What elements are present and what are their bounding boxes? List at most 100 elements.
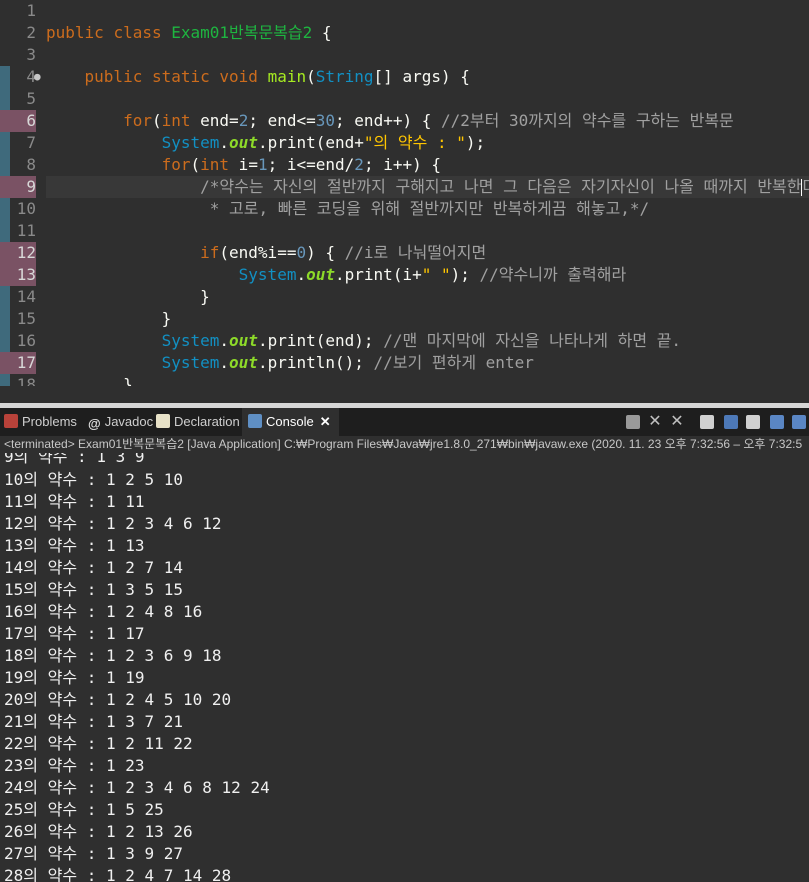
method-call: println	[267, 353, 336, 372]
code-line: * 고로, 빠른 코딩을 위해 절반까지만 반복하게끔 해놓고,*/	[46, 198, 809, 220]
code-line: System.out.println(); //보기 편하게 enter	[161, 353, 534, 372]
type-name: System	[161, 331, 220, 350]
remove-all-icon[interactable]: ✕	[670, 414, 684, 430]
type-name: System	[161, 353, 220, 372]
line-number: 11	[16, 221, 36, 240]
comment: /*약수는 자신의 절반까지 구해지고 나면 그 다음은 자기자신이 나올 때까…	[200, 177, 809, 196]
code-token: ; i++) {	[363, 155, 441, 174]
code-line: System.out.print(end); //맨 마지막에 자신을 나타나게…	[161, 331, 682, 350]
line-number: 18	[16, 375, 36, 386]
code-token: );	[450, 265, 480, 284]
code-token: }	[123, 375, 133, 386]
code-token: end=	[190, 111, 239, 130]
line-number: 14	[16, 287, 36, 306]
code-token: (end%i==	[219, 243, 297, 262]
code-line-current: /*약수는 자신의 절반까지 구해지고 나면 그 다음은 자기자신이 나올 때까…	[46, 176, 809, 198]
code-token: );	[465, 133, 486, 152]
keyword: if	[200, 243, 220, 262]
console-output[interactable]: 9의 약수 : 1 3 9 10의 약수 : 1 2 5 10 11의 약수 :…	[0, 453, 809, 882]
number-literal: 30	[315, 111, 336, 130]
console-line: 10의 약수 : 1 2 5 10	[4, 470, 184, 489]
type-name: String	[315, 67, 374, 86]
line-number-gutter: 1 2 3 4 ● 5 6 7 8 9 10 11 12 13 14 15 16…	[0, 0, 44, 386]
line-number: 12	[0, 242, 36, 264]
clear-console-icon[interactable]	[700, 415, 714, 429]
close-icon[interactable]: ✕	[320, 414, 331, 429]
scroll-lock-icon[interactable]	[724, 415, 738, 429]
line-number: 7	[26, 133, 36, 152]
method-call: print	[267, 331, 316, 350]
string-literal: "의 약수 : "	[363, 133, 466, 152]
scroll-left-icon[interactable]: <	[48, 385, 59, 386]
code-token: ) {	[440, 67, 470, 86]
code-token: i=	[229, 155, 258, 174]
code-token: }	[161, 309, 172, 328]
code-token: (end);	[315, 331, 384, 350]
tab-label: Console	[266, 414, 314, 429]
method-name: main	[267, 67, 307, 86]
console-line: 25의 약수 : 1 5 25	[4, 800, 164, 819]
display-console-icon[interactable]	[792, 415, 806, 429]
code-line: if(end%i==0) { //i로 나눠떨어지면	[46, 242, 809, 264]
tab-console[interactable]: Console ✕	[242, 408, 339, 436]
line-number: 9	[0, 176, 36, 198]
static-field: out	[229, 133, 258, 152]
pin-console-icon[interactable]	[770, 415, 784, 429]
tab-problems[interactable]: Problems	[4, 408, 77, 436]
code-token: }	[200, 287, 210, 306]
code-token: ; end<=	[248, 111, 316, 130]
code-line: public static void main(String[] args) {	[46, 66, 809, 88]
comment: * 고로, 빠른 코딩을 위해 절반까지만 반복하게끔 해놓고,*/	[200, 199, 650, 218]
line-number: 5	[26, 89, 36, 108]
console-line: 27의 약수 : 1 3 9 27	[4, 844, 184, 863]
code-text-area[interactable]: public class Exam01반복문복습2 { public stati…	[46, 0, 809, 386]
line-number: 1	[26, 1, 36, 20]
remove-launch-icon[interactable]: ✕	[648, 414, 662, 430]
comment: //i로 나눠떨어지면	[344, 243, 487, 262]
code-editor[interactable]: 1 2 3 4 ● 5 6 7 8 9 10 11 12 13 14 15 16…	[0, 0, 809, 386]
console-line: 20의 약수 : 1 2 4 5 10 20	[4, 690, 232, 709]
terminate-icon[interactable]	[626, 415, 640, 429]
number-literal: 2	[354, 155, 364, 174]
keyword: public	[84, 67, 143, 86]
console-line: 9의 약수 : 1 3 9	[4, 453, 145, 466]
string-literal: " "	[421, 265, 451, 284]
word-wrap-icon[interactable]	[746, 415, 760, 429]
static-field: out	[229, 353, 258, 372]
code-line: }	[46, 308, 809, 330]
code-line: for(int end=2; end<=30; end++) { //2부터 3…	[46, 110, 809, 132]
console-line: 12의 약수 : 1 2 3 4 6 12	[4, 514, 222, 533]
comment: //보기 편하게 enter	[373, 353, 534, 372]
keyword: static	[151, 67, 210, 86]
views-tab-bar: Problems @ Javadoc Declaration Console ✕ ✕…	[0, 408, 809, 436]
console-line: 21의 약수 : 1 3 7 21	[4, 712, 184, 731]
line-number: 10	[16, 199, 36, 218]
parameter: args	[402, 67, 441, 86]
line-number: 8	[26, 155, 36, 174]
code-line: public class Exam01반복문복습2 {	[46, 22, 809, 44]
code-line: for(int i=1; i<=end/2; i++) {	[161, 155, 441, 174]
line-number: 4	[26, 67, 36, 86]
console-line: 14의 약수 : 1 2 7 14	[4, 558, 184, 577]
number-literal: 0	[296, 243, 307, 262]
override-indicator-icon[interactable]: ●	[34, 66, 43, 88]
code-token: ) {	[306, 243, 345, 262]
code-token: ; end++) {	[335, 111, 441, 130]
method-call: print	[344, 265, 393, 284]
code-token: (i+	[392, 265, 422, 284]
keyword: for	[161, 155, 191, 174]
line-number: 2	[26, 23, 36, 42]
comment: //2부터 30까지의 약수를 구하는 반복문	[441, 111, 734, 130]
tab-declaration[interactable]: Declaration	[156, 408, 240, 436]
tab-javadoc[interactable]: @ Javadoc	[88, 408, 153, 436]
keyword: void	[219, 67, 258, 86]
console-icon	[248, 414, 262, 428]
console-line: 16의 약수 : 1 2 4 8 16	[4, 602, 203, 621]
number-literal: 1	[257, 155, 268, 174]
keyword: for	[123, 111, 152, 130]
tab-label: Problems	[22, 414, 77, 429]
console-line: 18의 약수 : 1 2 3 6 9 18	[4, 646, 222, 665]
code-line: }	[46, 286, 809, 308]
code-line: System.out.print(end+"의 약수 : ");	[161, 133, 486, 152]
keyword: int	[200, 155, 230, 174]
